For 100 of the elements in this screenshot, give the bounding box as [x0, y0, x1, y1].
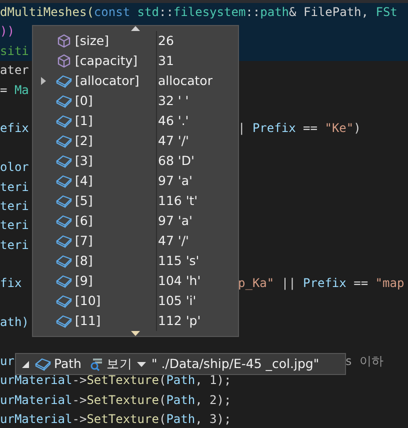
field-icon [56, 214, 72, 228]
variable-value: 32 ' ' [158, 92, 189, 110]
code-token: path [260, 4, 290, 21]
code-token: teri [0, 198, 29, 215]
field-icon [56, 134, 72, 148]
code-token: ( [158, 392, 166, 409]
variable-value: 46 '.' [158, 112, 189, 130]
field-icon [56, 74, 72, 88]
code-token: teri [0, 236, 29, 254]
code-token: == [352, 275, 370, 292]
code-token: SetTexture [86, 392, 159, 409]
code-token: -> [72, 392, 87, 409]
code-token: s 이하 [345, 353, 384, 370]
code-token: dMultiMeshes( [0, 4, 94, 21]
field-icon [56, 174, 72, 188]
watch-row[interactable]: [5] 116 't' [33, 191, 238, 211]
variable-value: 116 't' [158, 192, 198, 210]
code-token: :: [246, 4, 260, 21]
code-token: ath) [0, 314, 29, 332]
watch-row[interactable]: [9] 104 'h' [33, 271, 238, 291]
code-token: urMaterial [0, 392, 72, 409]
watch-row[interactable]: [11] 112 'p' [33, 311, 238, 331]
code-token: Path [166, 392, 196, 409]
watch-row[interactable]: [capacity] 31 [33, 51, 238, 71]
watch-row[interactable]: [2] 47 '/' [33, 131, 238, 151]
code-token: p_Ka" [238, 275, 274, 292]
watch-row[interactable]: [size] 26 [33, 31, 238, 51]
variable-name: [capacity] [75, 52, 139, 70]
watch-row[interactable]: [4] 97 'a' [33, 171, 238, 191]
watch-row[interactable]: [7] 47 '/' [33, 231, 238, 251]
field-icon [56, 94, 72, 108]
field-icon [56, 314, 72, 328]
caret-icon[interactable] [137, 362, 146, 366]
code-token: SetTexture [86, 372, 159, 390]
field-icon [56, 154, 72, 168]
code-token: fix [0, 275, 22, 292]
code-token: || [280, 275, 297, 292]
watch-row[interactable]: [3] 68 'D' [33, 151, 238, 171]
variable-name: Path [54, 354, 82, 373]
variable-value: " ./Data/ship/E-45 _col.jpg" [151, 354, 320, 373]
watch-row[interactable]: [0] 32 ' ' [33, 91, 238, 111]
variable-value: 31 [158, 52, 174, 70]
variable-name: [7] [75, 232, 94, 250]
watch-row[interactable]: [6] 97 'a' [33, 211, 238, 231]
code-token: Ma [14, 82, 29, 99]
code-token: filesystem [173, 4, 246, 21]
variable-value: 105 'i' [158, 292, 196, 310]
code-token: ( [158, 372, 166, 390]
variable-name: [allocator] [75, 72, 140, 90]
variable-value: allocator [158, 72, 212, 90]
watch-row[interactable]: [allocator] allocator [33, 71, 238, 91]
view-button[interactable]: 보기 [106, 354, 132, 374]
code-token: teri [0, 217, 29, 234]
variable-value: 104 'h' [158, 272, 201, 290]
expand-icon[interactable] [22, 360, 29, 368]
field-icon [56, 274, 72, 288]
code-token: urMaterial [0, 411, 72, 428]
code-token: efix [0, 120, 29, 138]
cube-icon [57, 54, 71, 68]
variable-value: 47 '/' [158, 232, 189, 250]
variable-value: 97 'a' [158, 172, 192, 190]
variable-name: [2] [75, 132, 94, 150]
code-token: -> [72, 411, 87, 428]
variable-name: [9] [75, 272, 94, 290]
field-icon [35, 357, 51, 371]
code-token: "Ke" [324, 120, 354, 138]
variable-name: [3] [75, 152, 94, 170]
code-token: Path [166, 372, 196, 390]
code-token: -> [72, 372, 87, 390]
field-icon [56, 194, 72, 208]
scroll-up-icon[interactable] [131, 26, 140, 31]
code-token: ater [0, 62, 29, 80]
code-token: , 1); [195, 372, 232, 390]
scroll-down-icon[interactable] [131, 331, 140, 336]
code-token: "map [375, 275, 404, 292]
watch-row[interactable]: [1] 46 '.' [33, 111, 238, 131]
field-icon [56, 294, 72, 308]
code-token: ur [0, 353, 14, 370]
code-token: , 3); [195, 411, 232, 428]
code-token: urMaterial [0, 372, 72, 390]
field-icon [56, 114, 72, 128]
code-token: == [302, 120, 318, 138]
code-token: const [94, 4, 132, 21]
code-token: Path [166, 411, 196, 428]
code-token: std [137, 4, 159, 21]
code-token: Prefix [252, 120, 296, 138]
field-icon [56, 254, 72, 268]
code-token: | [238, 120, 246, 138]
watch-row[interactable]: [10] 105 'i' [33, 291, 238, 311]
magnifier-icon[interactable] [90, 358, 104, 370]
code-token: olor [0, 159, 29, 176]
code-token: = [0, 82, 8, 99]
field-icon [56, 234, 72, 248]
watch-row[interactable]: [8] 115 's' [33, 251, 238, 271]
variable-name: [4] [75, 172, 94, 190]
code-token: )) [0, 23, 14, 40]
code-token: Prefix [303, 275, 346, 292]
expand-icon[interactable] [40, 77, 46, 85]
code-token: , 2); [195, 392, 232, 409]
variable-name: [5] [75, 192, 94, 210]
